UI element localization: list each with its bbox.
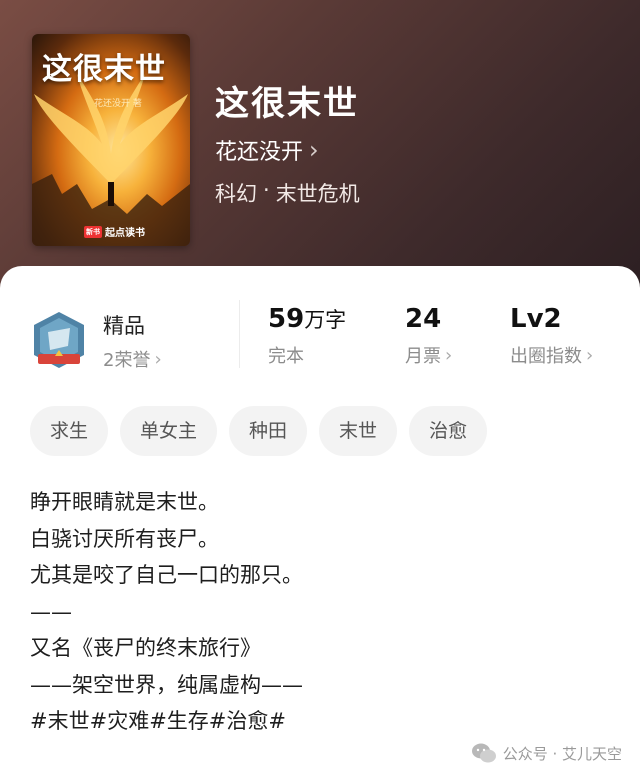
monthly-votes-value: 24 (405, 304, 442, 334)
description-line: #末世#灾难#生存#治愈# (30, 709, 286, 733)
cover-title: 这很末世 (42, 52, 166, 87)
description-line: 睁开眼睛就是末世。 (30, 490, 219, 514)
quality-label: 精品 (103, 314, 145, 338)
watermark-text: 公众号 · 艾儿天空 (502, 744, 622, 763)
description-line: 白骁讨厌所有丧尸。 (30, 526, 219, 551)
tag-pill[interactable]: 种田 (229, 406, 308, 456)
description-line: 尤其是咬了自己一口的那只。 (30, 563, 303, 587)
chevron-right-icon: › (154, 348, 162, 370)
monthly-votes-block[interactable]: 24 月票 › (405, 304, 452, 368)
word-count-value: 59 (268, 304, 305, 334)
chevron-right-icon: › (309, 136, 319, 164)
author-link[interactable]: 花还没开 › (215, 134, 319, 166)
book-title: 这很末世 (215, 84, 359, 124)
genre-separator: · (263, 178, 270, 202)
quality-block[interactable]: 精品 2荣誉 › (103, 310, 162, 372)
description-line: —— (30, 599, 72, 624)
book-cover[interactable]: 这很末世 花还没开 著 新书 起点读书 (32, 34, 190, 246)
description-line: ——架空世界，纯属虚构—— (30, 672, 303, 697)
word-count-unit: 万字 (304, 308, 347, 332)
publisher-badge: 新书 起点读书 (84, 224, 145, 239)
description-line: 又名《丧尸的终末旅行》 (30, 636, 261, 660)
author-name: 花还没开 (215, 140, 304, 165)
completion-status: 完本 (268, 346, 304, 367)
word-count-block: 59万字 完本 (268, 304, 346, 368)
tag-pill[interactable]: 治愈 (409, 406, 488, 456)
cover-author: 花还没开 著 (94, 99, 142, 109)
subgenre: 末世危机 (275, 182, 360, 206)
influence-level: Lv2 (510, 304, 562, 334)
monthly-votes-row: 月票 › (405, 342, 452, 368)
honors-row[interactable]: 2荣誉 › (103, 346, 162, 372)
influence-block[interactable]: Lv2 出圈指数 › (510, 304, 593, 368)
chevron-right-icon: › (586, 344, 594, 366)
tag-list: 求生 单女主 种田 末世 治愈 (30, 406, 488, 456)
honors-count: 2荣誉 (103, 350, 151, 371)
influence-row: 出圈指数 › (510, 342, 593, 368)
publisher-name: 起点读书 (105, 228, 145, 239)
chevron-right-icon: › (445, 344, 453, 366)
tag-pill[interactable]: 末世 (319, 406, 398, 456)
tag-pill[interactable]: 求生 (30, 406, 109, 456)
genre-row: 科幻 · 末世危机 (215, 178, 360, 208)
influence-label: 出圈指数 (510, 346, 582, 367)
tag-pill[interactable]: 单女主 (120, 406, 218, 456)
genre: 科幻 (215, 182, 257, 206)
watermark: 公众号 · 艾儿天空 (471, 742, 622, 764)
monthly-votes-label: 月票 (405, 346, 441, 367)
wechat-icon (471, 743, 496, 763)
book-description: 睁开眼睛就是末世。 白骁讨厌所有丧尸。 尤其是咬了自己一口的那只。 —— 又名《… (30, 484, 303, 740)
quality-medal-icon (34, 312, 84, 368)
stats-divider (239, 300, 240, 368)
publisher-tag: 新书 (84, 225, 102, 238)
